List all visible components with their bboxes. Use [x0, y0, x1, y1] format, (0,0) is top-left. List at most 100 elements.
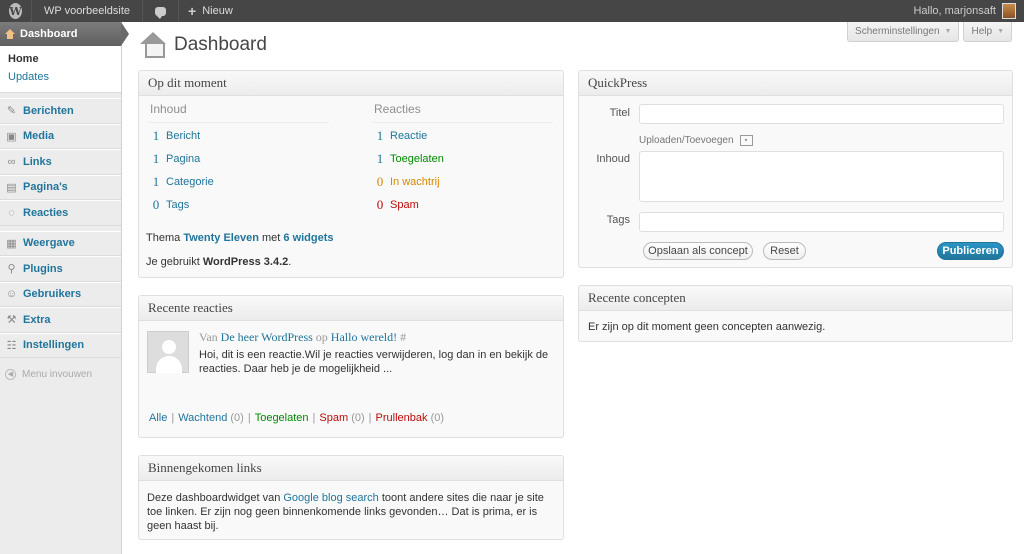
content-label: Inhoud: [596, 153, 630, 165]
menu-pages[interactable]: ▤ Pagina's: [0, 174, 121, 200]
pin-icon: ✎: [6, 105, 17, 118]
publish-button[interactable]: Publiceren: [937, 242, 1004, 260]
menu-dashboard[interactable]: Dashboard: [0, 22, 129, 46]
appearance-icon: ▦: [6, 237, 17, 250]
page-title: Dashboard: [174, 34, 267, 55]
menu-links[interactable]: ∞ Links: [0, 149, 121, 175]
discussion-row-spam[interactable]: 0 Spam: [373, 197, 419, 213]
my-account-menu[interactable]: Hallo, marjonsaft: [913, 3, 1024, 19]
menu-label: Media: [23, 130, 55, 143]
comment-permalink[interactable]: #: [400, 330, 406, 344]
save-draft-button[interactable]: Opslaan als concept: [643, 242, 753, 260]
widget-title[interactable]: Recente reacties: [139, 296, 563, 321]
add-media-icon: ▪: [739, 135, 753, 146]
content-row-posts[interactable]: 1 Bericht: [149, 128, 201, 144]
comment-bubble-icon: [155, 6, 167, 19]
comment-post-link[interactable]: Hallo wereld!: [331, 330, 397, 344]
admin-sidebar: Dashboard Home Updates ✎ Berichten ▣ Media…: [0, 22, 129, 554]
comments-icon: ◌: [8, 206, 15, 219]
widget-title[interactable]: Binnengekomen links: [139, 456, 563, 481]
content-heading: Inhoud: [150, 102, 187, 116]
upload-add-media[interactable]: Uploaden/Toevoegen ▪: [639, 135, 753, 146]
count-label[interactable]: Pagina: [166, 153, 200, 165]
filter-all[interactable]: Alle: [149, 412, 167, 424]
filter-pending[interactable]: Wachtend: [178, 412, 227, 424]
menu-media[interactable]: ▣ Media: [0, 123, 121, 149]
count: 1: [152, 151, 160, 166]
content-row-pages[interactable]: 1 Pagina: [149, 151, 201, 167]
count-label[interactable]: Categorie: [166, 176, 214, 188]
discussion-row-pending[interactable]: 0 In wachtrij: [373, 174, 440, 190]
collapse-arrow-icon: ◀: [5, 368, 16, 380]
count: 1: [152, 174, 160, 189]
menu-posts[interactable]: ✎ Berichten: [0, 98, 121, 124]
menu-tools[interactable]: ⚒ Extra: [0, 307, 121, 333]
discussion-row-approved[interactable]: 1 Toegelaten: [373, 151, 444, 167]
count-label[interactable]: Toegelaten: [390, 153, 444, 165]
menu-plugins[interactable]: ⚲ Plugins: [0, 256, 121, 282]
menu-comments[interactable]: ◌ Reacties: [0, 200, 121, 226]
site-name-link[interactable]: WP voorbeeldsite: [32, 0, 144, 22]
incoming-links-text: Deze dashboardwidget van Google blog sea…: [147, 492, 544, 532]
count-label[interactable]: Bericht: [166, 130, 200, 142]
submenu-updates[interactable]: Updates: [0, 68, 121, 86]
theme-link[interactable]: Twenty Eleven: [183, 232, 259, 244]
greeting-text: Hallo, marjonsaft: [913, 5, 996, 17]
menu-settings[interactable]: ☷ Instellingen: [0, 332, 121, 358]
wordpress-logo-icon: W: [9, 3, 22, 19]
menu-label: Links: [23, 155, 52, 168]
widget-title[interactable]: Op dit moment: [139, 71, 563, 96]
comment-author-link[interactable]: De heer WordPress: [221, 330, 313, 344]
theme-info: Thema Twenty Eleven met 6 widgets: [146, 232, 334, 244]
user-avatar: [1002, 3, 1016, 19]
page-header: Dashboard: [140, 32, 267, 58]
recent-comments-widget: Recente reacties Van De heer WordPress o…: [138, 295, 564, 438]
google-blog-search-link[interactable]: Google blog search: [283, 492, 378, 504]
count-label[interactable]: Tags: [166, 199, 189, 211]
filter-approved[interactable]: Toegelaten: [255, 412, 309, 424]
menu-appearance[interactable]: ▦ Weergave: [0, 230, 121, 256]
filter-spam[interactable]: Spam: [319, 412, 348, 424]
screen-options-button[interactable]: Scherminstellingen ▼: [847, 22, 960, 42]
count: 1: [376, 151, 384, 166]
content-textarea[interactable]: [639, 151, 1004, 202]
settings-icon: ☷: [6, 339, 17, 352]
submenu-home[interactable]: Home: [0, 50, 121, 68]
reset-button[interactable]: Reset: [763, 242, 806, 260]
menu-label: Plugins: [23, 262, 63, 275]
version-text: WordPress 3.4.2: [202, 256, 289, 268]
count: 1: [376, 128, 384, 143]
count: 0: [376, 197, 384, 212]
comment-filters: Alle | Wachtend (0) | Toegelaten | Spam (0) | Pr…: [149, 412, 445, 424]
help-button[interactable]: Help ▼: [963, 22, 1012, 42]
commenter-avatar: [147, 331, 189, 373]
screen-options-label: Scherminstellingen: [855, 26, 940, 37]
comments-link[interactable]: [143, 0, 180, 22]
content-row-tags[interactable]: 0 Tags: [149, 197, 190, 213]
dashboard-icon: [5, 29, 15, 39]
discussion-row-comments[interactable]: 1 Reactie: [373, 128, 428, 144]
count-label[interactable]: Reactie: [390, 130, 427, 142]
links-icon: ∞: [7, 155, 16, 168]
tags-input[interactable]: [639, 212, 1004, 232]
comment-excerpt: Hoi, dit is een reactie.Wil je reacties …: [199, 349, 549, 375]
new-content-menu[interactable]: + Nieuw: [179, 0, 242, 22]
comment-meta: Van De heer WordPress op Hallo wereld! #: [199, 330, 407, 344]
collapse-menu-button[interactable]: ◀ Menu invouwen: [0, 362, 121, 386]
count: 0: [152, 197, 160, 212]
widget-title[interactable]: Recente concepten: [579, 286, 1012, 311]
widgets-link[interactable]: 6 widgets: [283, 232, 333, 244]
wp-logo-menu[interactable]: W: [0, 0, 32, 22]
count-label[interactable]: In wachtrij: [390, 176, 440, 188]
title-label: Titel: [609, 107, 630, 119]
content-row-categories[interactable]: 1 Categorie: [149, 174, 214, 190]
menu-label: Gebruikers: [23, 288, 82, 301]
tools-icon: ⚒: [6, 314, 17, 327]
count-label[interactable]: Spam: [390, 199, 419, 211]
filter-trash[interactable]: Prullenbak: [376, 412, 428, 424]
title-input[interactable]: [639, 104, 1004, 124]
widget-title[interactable]: QuickPress: [579, 71, 1012, 96]
menu-users[interactable]: ☺ Gebruikers: [0, 281, 121, 307]
users-icon: ☺: [5, 288, 18, 301]
menu-label: Extra: [23, 313, 51, 326]
